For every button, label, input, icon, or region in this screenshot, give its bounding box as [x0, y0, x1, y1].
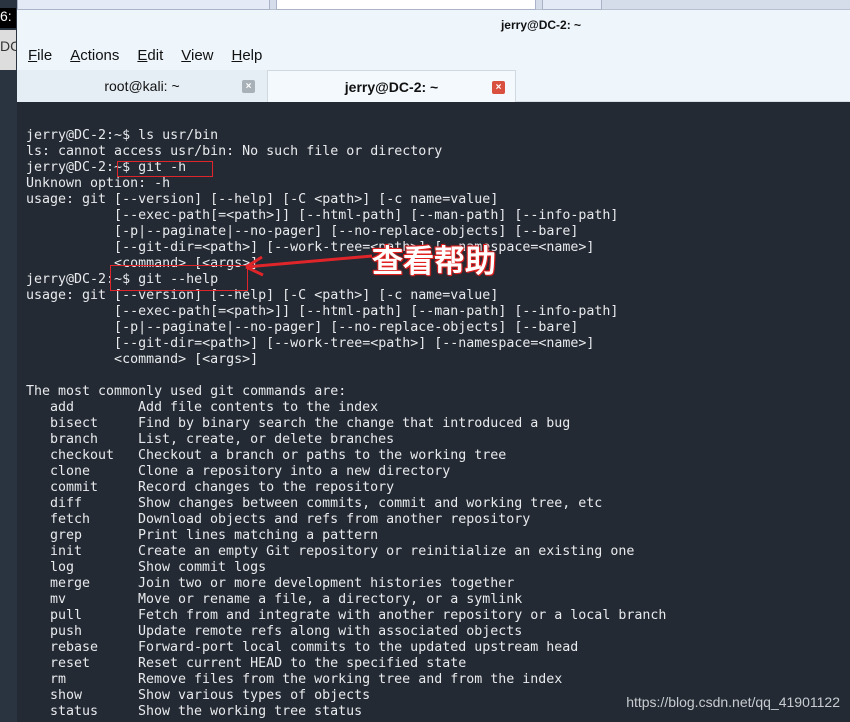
annotation-arrow: [245, 254, 373, 277]
annotation-text: 查看帮助: [372, 244, 496, 280]
watermark: https://blog.csdn.net/qq_41901122: [626, 694, 840, 710]
